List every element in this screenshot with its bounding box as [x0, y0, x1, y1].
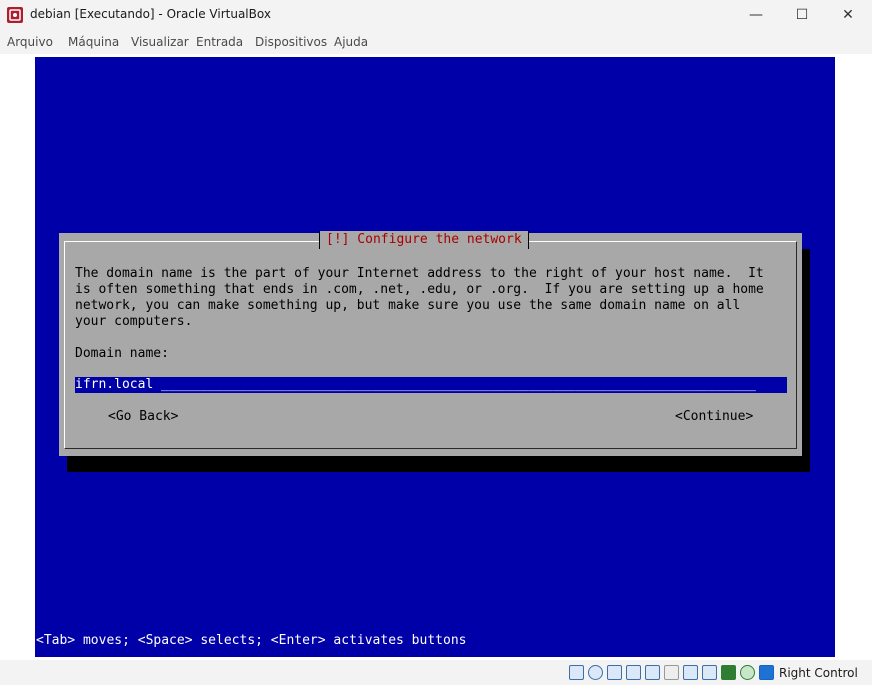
dialog-title: [!] Configure the network: [319, 231, 529, 249]
minimize-icon: —: [749, 7, 763, 23]
window-titlebar: debian [Executando] - Oracle VirtualBox …: [0, 0, 872, 30]
go-back-button[interactable]: <Go Back>: [108, 409, 178, 425]
keyboard-help-line: <Tab> moves; <Space> selects; <Enter> ac…: [36, 633, 467, 648]
installer-dialog: [!] Configure the network The domain nam…: [59, 231, 802, 456]
menu-ajuda[interactable]: Ajuda: [334, 35, 368, 49]
continue-button[interactable]: <Continue>: [675, 409, 753, 425]
status-bar: Right Control: [0, 660, 872, 685]
maximize-button[interactable]: ☐: [779, 0, 825, 30]
maximize-icon: ☐: [795, 7, 809, 23]
dialog-description: The domain name is the part of your Inte…: [75, 266, 764, 329]
domain-name-value: ifrn.local: [75, 377, 154, 392]
virtualbox-app-icon: [7, 7, 23, 23]
menu-visualizar[interactable]: Visualizar: [131, 35, 189, 49]
optical-drive-icon[interactable]: [588, 665, 603, 680]
close-button[interactable]: ✕: [825, 0, 871, 30]
menu-entrada[interactable]: Entrada: [196, 35, 243, 49]
cpu-icon[interactable]: [721, 665, 736, 680]
network-icon[interactable]: [626, 665, 641, 680]
display-icon[interactable]: [683, 665, 698, 680]
domain-name-input[interactable]: ifrn.local _____________________________…: [75, 377, 787, 393]
recording-icon[interactable]: [702, 665, 717, 680]
host-key-icon[interactable]: [759, 665, 774, 680]
usb-icon[interactable]: [645, 665, 660, 680]
host-key-label: Right Control: [779, 666, 858, 680]
shared-folders-icon[interactable]: [664, 665, 679, 680]
vm-display[interactable]: [!] Configure the network The domain nam…: [35, 57, 835, 657]
menu-dispositivos[interactable]: Dispositivos: [255, 35, 327, 49]
audio-icon[interactable]: [607, 665, 622, 680]
menu-maquina[interactable]: Máquina: [68, 35, 119, 49]
hard-disk-icon[interactable]: [569, 665, 584, 680]
window-title: debian [Executando] - Oracle VirtualBox: [30, 7, 271, 21]
mouse-integration-icon[interactable]: [740, 665, 755, 680]
domain-name-label: Domain name:: [75, 346, 169, 361]
menu-arquivo[interactable]: Arquivo: [7, 35, 53, 49]
minimize-button[interactable]: —: [733, 0, 779, 30]
close-icon: ✕: [842, 7, 854, 23]
domain-name-fill: ________________________________________…: [161, 377, 756, 392]
menu-bar: Arquivo Máquina Visualizar Entrada Dispo…: [0, 30, 872, 54]
